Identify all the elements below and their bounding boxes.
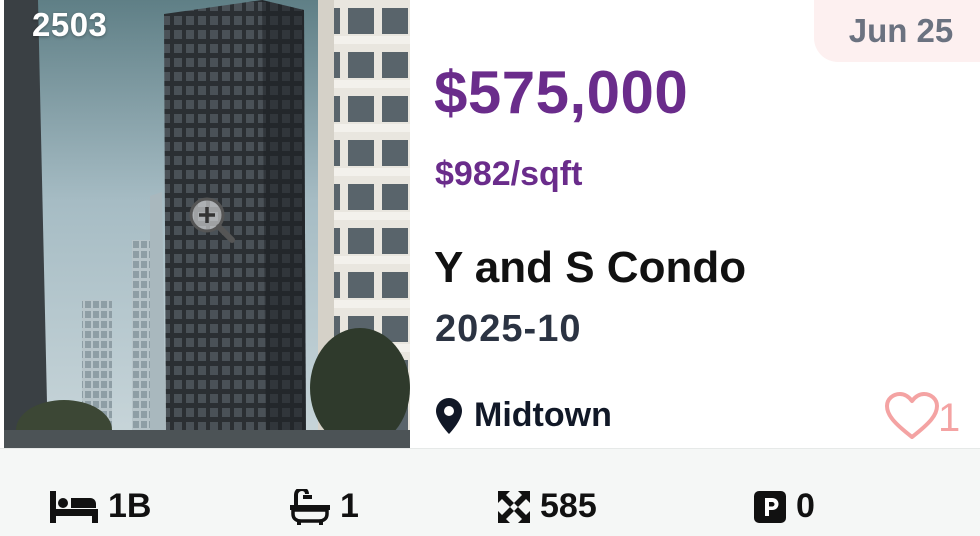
favorite-button[interactable]: 1 [884, 390, 960, 441]
listing-photo[interactable]: 2503 [4, 0, 410, 448]
bed-icon [50, 490, 98, 523]
location-label: Midtown [474, 396, 612, 434]
baths-stat: 1 [290, 487, 359, 526]
listing-price: $575,000 [434, 59, 689, 126]
bath-icon [290, 488, 330, 525]
listing-date-badge: Jun 25 [814, 0, 980, 62]
sqft-stat: 585 [498, 487, 597, 526]
unit-number: 2503 [32, 6, 108, 43]
map-pin-icon [436, 397, 462, 434]
zoom-in-icon[interactable] [186, 194, 236, 244]
sqft-value: 585 [540, 487, 597, 525]
listing-card[interactable]: 2503 Jun 25 $575,000 $982/sqft Y and S C… [0, 0, 980, 536]
stats-bar: 1B 1 585 0 [0, 448, 980, 536]
parking-icon [754, 490, 786, 523]
beds-value: 1B [108, 487, 152, 525]
baths-value: 1 [340, 487, 359, 525]
occupancy-date: 2025-10 [435, 308, 582, 350]
price-per-sqft: $982/sqft [435, 155, 583, 193]
beds-stat: 1B [50, 487, 151, 526]
parking-stat: 0 [754, 487, 815, 526]
favorite-count: 1 [938, 396, 961, 440]
heart-icon [885, 391, 939, 439]
listing-location: Midtown [436, 396, 612, 435]
parking-value: 0 [796, 487, 815, 525]
project-name[interactable]: Y and S Condo [434, 243, 746, 293]
expand-arrows-icon [498, 490, 530, 523]
